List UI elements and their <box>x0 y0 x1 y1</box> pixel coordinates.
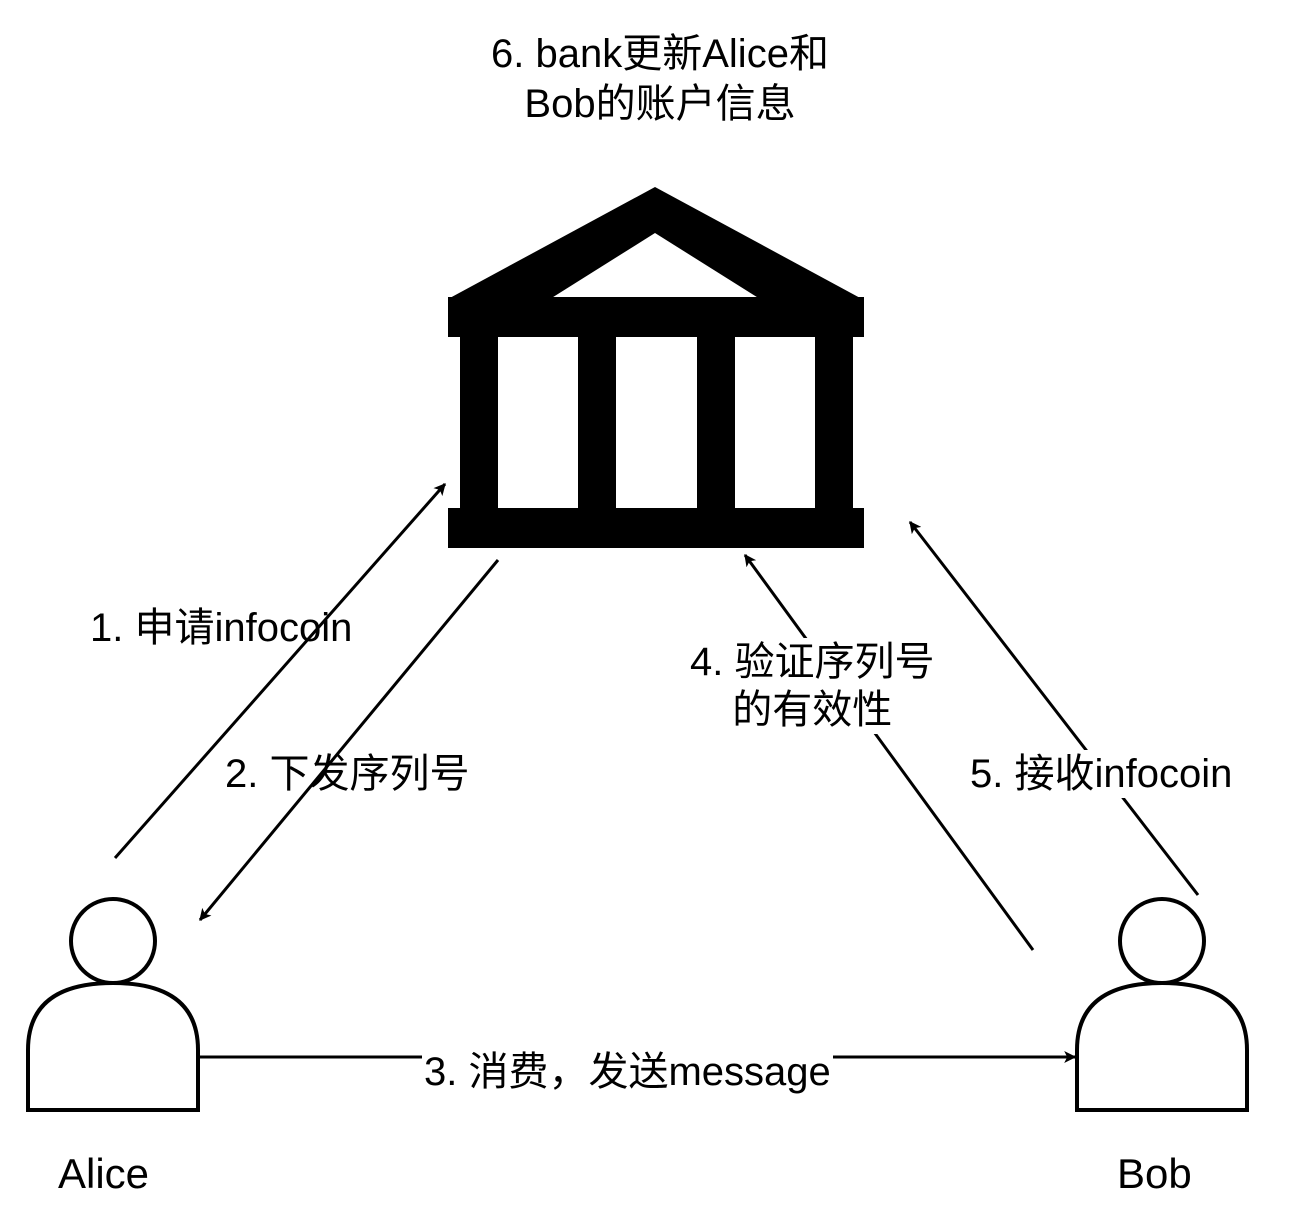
step3-label: 3. 消费，发送message <box>422 1047 833 1097</box>
step4-line2: 的有效性 <box>732 688 893 732</box>
step5-label: 5. 接收infocoin <box>968 750 1235 798</box>
bank-update-caption: 6. bank更新Alice和 Bob的账户信息 <box>400 30 920 128</box>
step1-label: 1. 申请infocoin <box>90 606 353 650</box>
step2-label: 2. 下发序列号 <box>225 752 470 796</box>
alice-user-icon <box>26 897 200 1112</box>
bob-user-icon <box>1075 897 1249 1112</box>
step4-label: 4. 验证序列号 的有效性 <box>688 638 937 734</box>
step4-line1: 4. 验证序列号 <box>690 640 935 684</box>
bank-update-line1: 6. bank更新Alice和 <box>491 32 829 76</box>
alice-name: Alice <box>58 1150 150 1197</box>
arrow-apply-infocoin <box>113 483 447 859</box>
bob-name: Bob <box>1117 1150 1192 1197</box>
bank-update-line2: Bob的账户信息 <box>524 82 796 126</box>
bank-icon <box>448 187 864 548</box>
